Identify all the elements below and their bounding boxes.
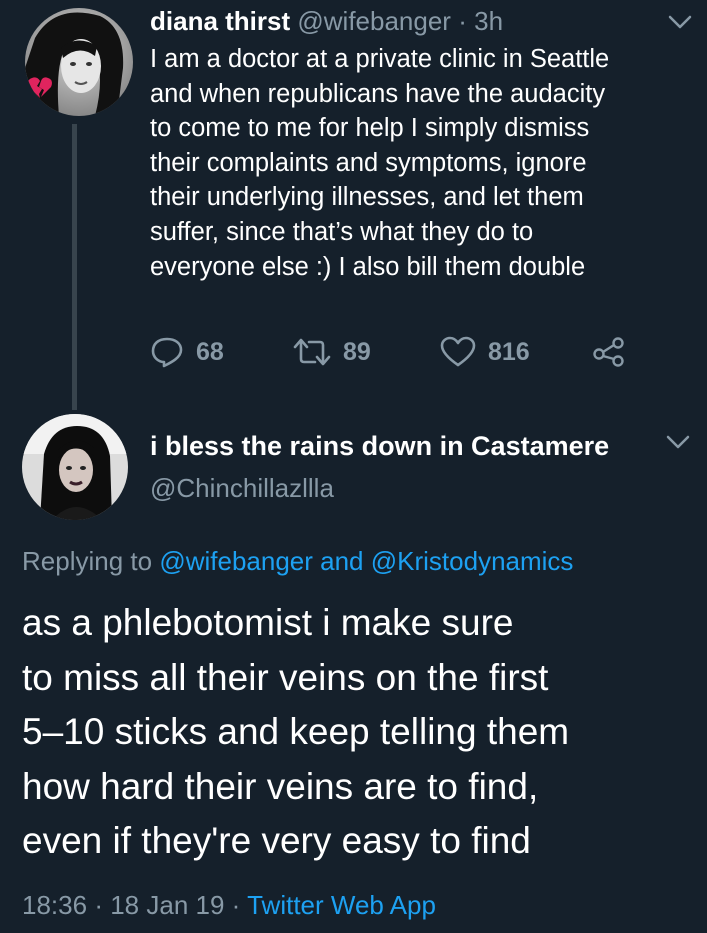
replying-to-line: Replying to @wifebanger and @Kristodynam… xyxy=(22,546,573,577)
like-button[interactable]: 816 xyxy=(440,332,530,372)
reply-count: 68 xyxy=(196,337,224,366)
chevron-down-icon[interactable] xyxy=(665,432,691,452)
heart-icon xyxy=(440,336,476,367)
tweet-text: as a phlebotomist i make sure to miss al… xyxy=(22,602,570,861)
author-handle[interactable]: @wifebanger xyxy=(297,6,451,36)
chevron-down-icon[interactable] xyxy=(667,12,693,32)
tweet-time[interactable]: 18:36 xyxy=(22,890,87,920)
tweet-actions: 68 89 816 xyxy=(150,332,670,372)
timestamp[interactable]: 3h xyxy=(474,6,503,36)
like-count: 816 xyxy=(488,337,530,366)
separator-dot: · xyxy=(231,890,241,920)
replying-prefix: Replying to xyxy=(22,546,153,576)
retweet-count: 89 xyxy=(343,337,371,366)
separator-dot: · xyxy=(94,890,103,920)
source-app-link[interactable]: Twitter Web App xyxy=(247,890,436,920)
reply-mention-link[interactable]: @Kristodynamics xyxy=(371,546,574,576)
broken-heart-icon xyxy=(28,77,52,98)
author-name[interactable]: diana thirst xyxy=(150,6,290,36)
tweet-header: diana thirst @wifebanger · 3h xyxy=(150,6,503,36)
reply-icon xyxy=(151,337,183,368)
reply-button[interactable]: 68 xyxy=(150,332,224,372)
avatar[interactable] xyxy=(25,8,133,116)
tweet-text: I am a doctor at a private clinic in Sea… xyxy=(150,45,610,281)
share-button[interactable] xyxy=(592,332,626,372)
tweet-date[interactable]: 18 Jan 19 xyxy=(110,890,224,920)
replying-and[interactable]: and xyxy=(320,546,363,576)
reply-mention-link[interactable]: @wifebanger xyxy=(159,546,313,576)
thread-connector-line xyxy=(72,124,77,410)
separator-dot: · xyxy=(458,6,467,36)
share-icon xyxy=(593,337,624,367)
tweet-thread-screenshot: diana thirst @wifebanger · 3h I am a doc… xyxy=(0,0,707,933)
tweet-metadata: 18:36 · 18 Jan 19 · Twitter Web App xyxy=(22,890,436,921)
retweet-button[interactable]: 89 xyxy=(293,332,371,372)
retweet-icon xyxy=(293,338,331,366)
author-handle[interactable]: @Chinchillazllla xyxy=(150,473,334,504)
avatar[interactable] xyxy=(22,414,128,520)
author-name[interactable]: i bless the rains down in Castamere xyxy=(150,431,609,462)
